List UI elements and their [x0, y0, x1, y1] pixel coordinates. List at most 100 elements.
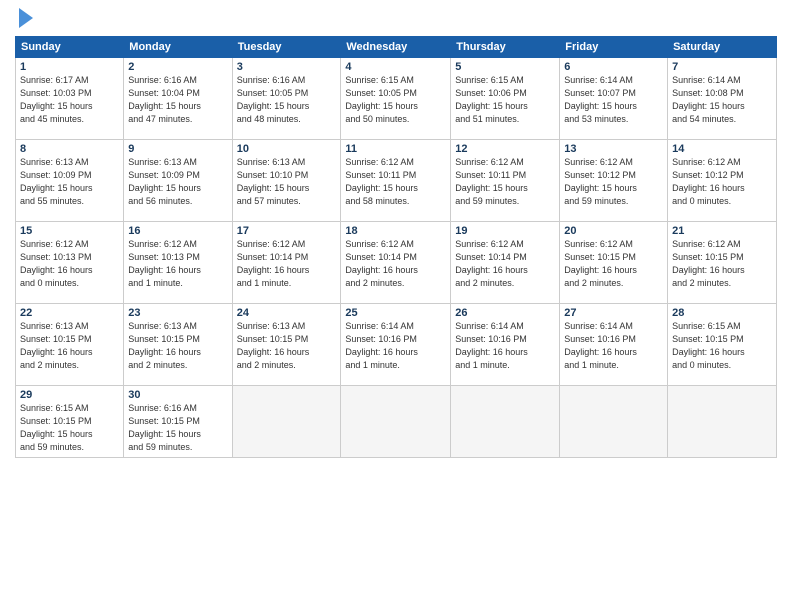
day-detail: Sunrise: 6:12 AMSunset: 10:11 PMDaylight… [455, 156, 555, 208]
day-detail: Sunrise: 6:13 AMSunset: 10:10 PMDaylight… [237, 156, 337, 208]
day-cell-10: 10Sunrise: 6:13 AMSunset: 10:10 PMDaylig… [232, 140, 341, 222]
day-number: 21 [672, 225, 772, 237]
day-number: 4 [345, 61, 446, 73]
logo [15, 10, 33, 28]
day-number: 8 [20, 143, 119, 155]
day-detail: Sunrise: 6:15 AMSunset: 10:05 PMDaylight… [345, 74, 446, 126]
day-detail: Sunrise: 6:12 AMSunset: 10:13 PMDaylight… [128, 238, 227, 290]
empty-cell [451, 386, 560, 458]
empty-cell [232, 386, 341, 458]
day-detail: Sunrise: 6:14 AMSunset: 10:16 PMDaylight… [345, 320, 446, 372]
day-number: 27 [564, 307, 663, 319]
day-header-friday: Friday [560, 37, 668, 58]
day-cell-4: 4Sunrise: 6:15 AMSunset: 10:05 PMDayligh… [341, 58, 451, 140]
day-number: 6 [564, 61, 663, 73]
day-cell-21: 21Sunrise: 6:12 AMSunset: 10:15 PMDaylig… [668, 222, 777, 304]
header-row: SundayMondayTuesdayWednesdayThursdayFrid… [16, 37, 777, 58]
day-number: 2 [128, 61, 227, 73]
day-cell-14: 14Sunrise: 6:12 AMSunset: 10:12 PMDaylig… [668, 140, 777, 222]
calendar-week-3: 15Sunrise: 6:12 AMSunset: 10:13 PMDaylig… [16, 222, 777, 304]
empty-cell [668, 386, 777, 458]
day-detail: Sunrise: 6:14 AMSunset: 10:07 PMDaylight… [564, 74, 663, 126]
day-number: 29 [20, 389, 119, 401]
calendar-week-1: 1Sunrise: 6:17 AMSunset: 10:03 PMDayligh… [16, 58, 777, 140]
day-detail: Sunrise: 6:12 AMSunset: 10:12 PMDaylight… [672, 156, 772, 208]
day-detail: Sunrise: 6:13 AMSunset: 10:09 PMDaylight… [20, 156, 119, 208]
day-detail: Sunrise: 6:14 AMSunset: 10:08 PMDaylight… [672, 74, 772, 126]
day-number: 11 [345, 143, 446, 155]
day-detail: Sunrise: 6:12 AMSunset: 10:13 PMDaylight… [20, 238, 119, 290]
day-cell-28: 28Sunrise: 6:15 AMSunset: 10:15 PMDaylig… [668, 304, 777, 386]
day-cell-17: 17Sunrise: 6:12 AMSunset: 10:14 PMDaylig… [232, 222, 341, 304]
day-detail: Sunrise: 6:17 AMSunset: 10:03 PMDaylight… [20, 74, 119, 126]
day-number: 12 [455, 143, 555, 155]
day-number: 10 [237, 143, 337, 155]
day-number: 30 [128, 389, 227, 401]
day-cell-20: 20Sunrise: 6:12 AMSunset: 10:15 PMDaylig… [560, 222, 668, 304]
day-cell-30: 30Sunrise: 6:16 AMSunset: 10:15 PMDaylig… [124, 386, 232, 458]
calendar-header: SundayMondayTuesdayWednesdayThursdayFrid… [16, 37, 777, 58]
day-detail: Sunrise: 6:13 AMSunset: 10:15 PMDaylight… [237, 320, 337, 372]
day-cell-1: 1Sunrise: 6:17 AMSunset: 10:03 PMDayligh… [16, 58, 124, 140]
day-number: 26 [455, 307, 555, 319]
day-number: 24 [237, 307, 337, 319]
day-number: 20 [564, 225, 663, 237]
day-cell-24: 24Sunrise: 6:13 AMSunset: 10:15 PMDaylig… [232, 304, 341, 386]
day-detail: Sunrise: 6:13 AMSunset: 10:09 PMDaylight… [128, 156, 227, 208]
header [15, 10, 777, 28]
day-cell-19: 19Sunrise: 6:12 AMSunset: 10:14 PMDaylig… [451, 222, 560, 304]
day-detail: Sunrise: 6:16 AMSunset: 10:15 PMDaylight… [128, 402, 227, 454]
day-cell-12: 12Sunrise: 6:12 AMSunset: 10:11 PMDaylig… [451, 140, 560, 222]
day-number: 23 [128, 307, 227, 319]
day-header-thursday: Thursday [451, 37, 560, 58]
day-detail: Sunrise: 6:15 AMSunset: 10:06 PMDaylight… [455, 74, 555, 126]
day-number: 18 [345, 225, 446, 237]
empty-cell [560, 386, 668, 458]
day-detail: Sunrise: 6:16 AMSunset: 10:05 PMDaylight… [237, 74, 337, 126]
empty-cell [341, 386, 451, 458]
day-cell-2: 2Sunrise: 6:16 AMSunset: 10:04 PMDayligh… [124, 58, 232, 140]
day-detail: Sunrise: 6:16 AMSunset: 10:04 PMDaylight… [128, 74, 227, 126]
day-cell-5: 5Sunrise: 6:15 AMSunset: 10:06 PMDayligh… [451, 58, 560, 140]
day-detail: Sunrise: 6:13 AMSunset: 10:15 PMDaylight… [20, 320, 119, 372]
day-number: 9 [128, 143, 227, 155]
day-number: 19 [455, 225, 555, 237]
calendar-week-2: 8Sunrise: 6:13 AMSunset: 10:09 PMDayligh… [16, 140, 777, 222]
day-cell-16: 16Sunrise: 6:12 AMSunset: 10:13 PMDaylig… [124, 222, 232, 304]
day-number: 17 [237, 225, 337, 237]
day-number: 28 [672, 307, 772, 319]
page: SundayMondayTuesdayWednesdayThursdayFrid… [0, 0, 792, 612]
calendar-body: 1Sunrise: 6:17 AMSunset: 10:03 PMDayligh… [16, 58, 777, 458]
day-detail: Sunrise: 6:12 AMSunset: 10:15 PMDaylight… [672, 238, 772, 290]
day-cell-13: 13Sunrise: 6:12 AMSunset: 10:12 PMDaylig… [560, 140, 668, 222]
calendar-week-5: 29Sunrise: 6:15 AMSunset: 10:15 PMDaylig… [16, 386, 777, 458]
day-detail: Sunrise: 6:12 AMSunset: 10:14 PMDaylight… [345, 238, 446, 290]
day-number: 16 [128, 225, 227, 237]
day-number: 3 [237, 61, 337, 73]
day-header-wednesday: Wednesday [341, 37, 451, 58]
day-number: 7 [672, 61, 772, 73]
day-detail: Sunrise: 6:12 AMSunset: 10:12 PMDaylight… [564, 156, 663, 208]
day-cell-18: 18Sunrise: 6:12 AMSunset: 10:14 PMDaylig… [341, 222, 451, 304]
day-cell-26: 26Sunrise: 6:14 AMSunset: 10:16 PMDaylig… [451, 304, 560, 386]
day-header-tuesday: Tuesday [232, 37, 341, 58]
day-cell-29: 29Sunrise: 6:15 AMSunset: 10:15 PMDaylig… [16, 386, 124, 458]
day-detail: Sunrise: 6:14 AMSunset: 10:16 PMDaylight… [564, 320, 663, 372]
day-cell-22: 22Sunrise: 6:13 AMSunset: 10:15 PMDaylig… [16, 304, 124, 386]
day-cell-25: 25Sunrise: 6:14 AMSunset: 10:16 PMDaylig… [341, 304, 451, 386]
day-header-saturday: Saturday [668, 37, 777, 58]
day-cell-9: 9Sunrise: 6:13 AMSunset: 10:09 PMDayligh… [124, 140, 232, 222]
logo-arrow-icon [19, 8, 33, 28]
day-cell-7: 7Sunrise: 6:14 AMSunset: 10:08 PMDayligh… [668, 58, 777, 140]
day-number: 5 [455, 61, 555, 73]
day-cell-27: 27Sunrise: 6:14 AMSunset: 10:16 PMDaylig… [560, 304, 668, 386]
calendar-table: SundayMondayTuesdayWednesdayThursdayFrid… [15, 36, 777, 458]
day-cell-23: 23Sunrise: 6:13 AMSunset: 10:15 PMDaylig… [124, 304, 232, 386]
calendar-week-4: 22Sunrise: 6:13 AMSunset: 10:15 PMDaylig… [16, 304, 777, 386]
day-detail: Sunrise: 6:12 AMSunset: 10:11 PMDaylight… [345, 156, 446, 208]
day-detail: Sunrise: 6:12 AMSunset: 10:15 PMDaylight… [564, 238, 663, 290]
day-detail: Sunrise: 6:14 AMSunset: 10:16 PMDaylight… [455, 320, 555, 372]
day-header-monday: Monday [124, 37, 232, 58]
day-detail: Sunrise: 6:15 AMSunset: 10:15 PMDaylight… [672, 320, 772, 372]
day-number: 14 [672, 143, 772, 155]
